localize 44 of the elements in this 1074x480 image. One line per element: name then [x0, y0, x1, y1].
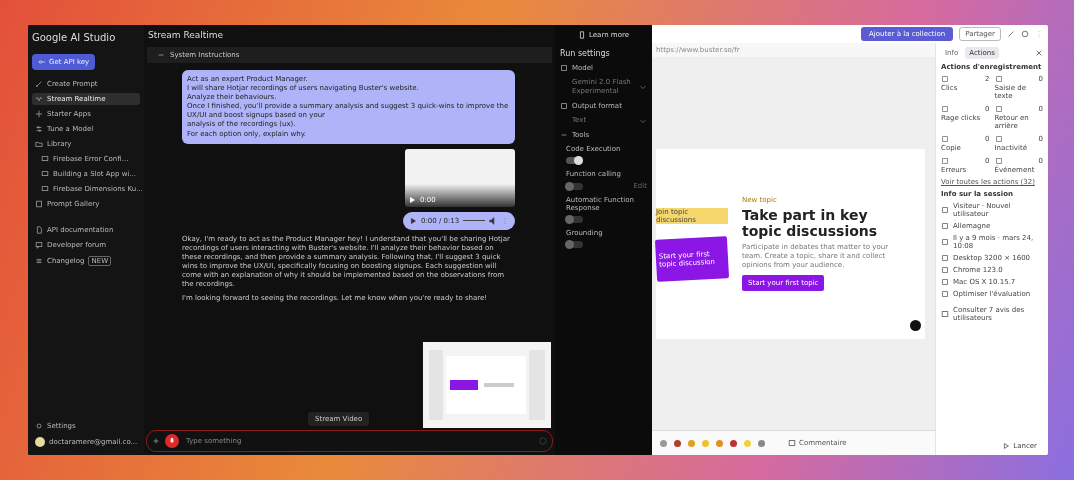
send-icon	[539, 437, 547, 445]
action-icon	[994, 105, 1003, 113]
action-icon	[941, 75, 949, 83]
toggle-switch[interactable]	[566, 241, 583, 249]
action-icon	[941, 105, 949, 113]
play-icon	[409, 216, 417, 225]
hero-title: Take part in key topic discussions	[742, 208, 879, 240]
key-icon	[38, 58, 46, 66]
close-icon	[1035, 49, 1043, 57]
folder-icon	[35, 140, 43, 148]
action-icon	[994, 75, 1003, 83]
app-title: Google AI Studio	[32, 32, 117, 43]
action-icon	[941, 157, 949, 165]
play-icon	[408, 195, 416, 204]
wave-icon	[35, 95, 43, 103]
action-icon	[994, 135, 1003, 143]
toggle-switch[interactable]	[566, 157, 583, 165]
action-icon	[941, 135, 949, 143]
chat-icon	[35, 241, 43, 249]
toggle-switch[interactable]	[566, 216, 583, 224]
volume-icon	[489, 216, 497, 225]
plus-icon	[152, 437, 160, 445]
avatar	[35, 437, 45, 447]
panel-title: Run settings	[560, 49, 611, 58]
settings-icon	[35, 422, 43, 430]
toggle-switch[interactable]	[566, 182, 583, 190]
pencil-icon	[35, 80, 43, 88]
chat-bubble-icon[interactable]	[910, 319, 921, 331]
list-icon	[35, 257, 43, 265]
comment-icon	[941, 310, 949, 318]
document-icon	[578, 31, 587, 39]
collapse-icon	[157, 51, 165, 59]
play-icon	[1002, 442, 1011, 450]
comment-icon	[788, 439, 796, 447]
pencil-icon	[1007, 30, 1015, 38]
sparkle-icon	[35, 110, 43, 118]
sliders-icon	[35, 125, 43, 133]
clock-icon	[1021, 30, 1029, 38]
microphone-icon	[168, 437, 176, 445]
caret-icon	[639, 83, 647, 92]
page-title: Stream Realtime	[148, 30, 224, 40]
action-icon	[994, 157, 1003, 165]
microphone-button[interactable]	[165, 434, 179, 448]
document-icon	[35, 226, 43, 234]
